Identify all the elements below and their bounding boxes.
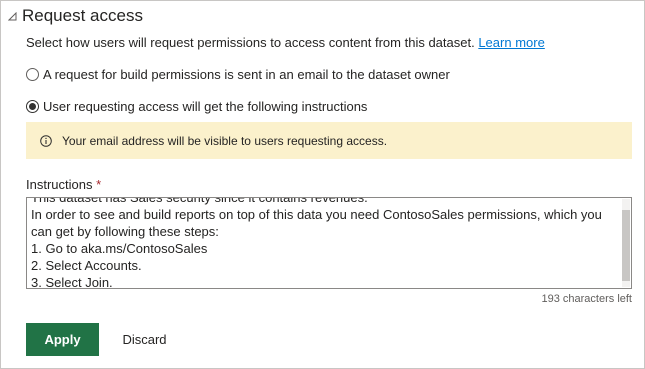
scrollbar-thumb[interactable]: [622, 210, 630, 281]
info-message-bar: Your email address will be visible to us…: [26, 122, 632, 159]
info-message-text: Your email address will be visible to us…: [62, 133, 388, 148]
request-access-panel: Request access Select how users will req…: [0, 0, 645, 369]
description-text: Select how users will request permission…: [26, 35, 475, 50]
option-email-owner-label: A request for build permissions is sent …: [43, 67, 450, 82]
instructions-label: Instructions *: [26, 177, 102, 192]
info-icon: [40, 134, 52, 147]
option-instructions[interactable]: User requesting access will get the foll…: [26, 99, 367, 114]
learn-more-link[interactable]: Learn more: [478, 35, 544, 50]
instructions-textarea[interactable]: This dataset has Sales security since it…: [26, 197, 632, 289]
instructions-text[interactable]: This dataset has Sales security since it…: [31, 198, 615, 288]
required-marker: *: [96, 177, 102, 192]
character-counter: 193 characters left: [541, 293, 633, 305]
section-title: Request access: [22, 6, 143, 25]
radio-instructions[interactable]: [26, 100, 39, 113]
apply-button[interactable]: Apply: [26, 323, 99, 356]
radio-email-owner[interactable]: [26, 68, 39, 81]
collapse-caret-icon[interactable]: [8, 12, 17, 21]
option-instructions-label: User requesting access will get the foll…: [43, 99, 368, 114]
discard-button[interactable]: Discard: [113, 323, 176, 356]
section-header[interactable]: Request access: [8, 6, 143, 26]
textarea-scrollbar[interactable]: [622, 199, 630, 287]
option-email-owner[interactable]: A request for build permissions is sent …: [26, 67, 450, 82]
section-description: Select how users will request permission…: [26, 35, 545, 50]
